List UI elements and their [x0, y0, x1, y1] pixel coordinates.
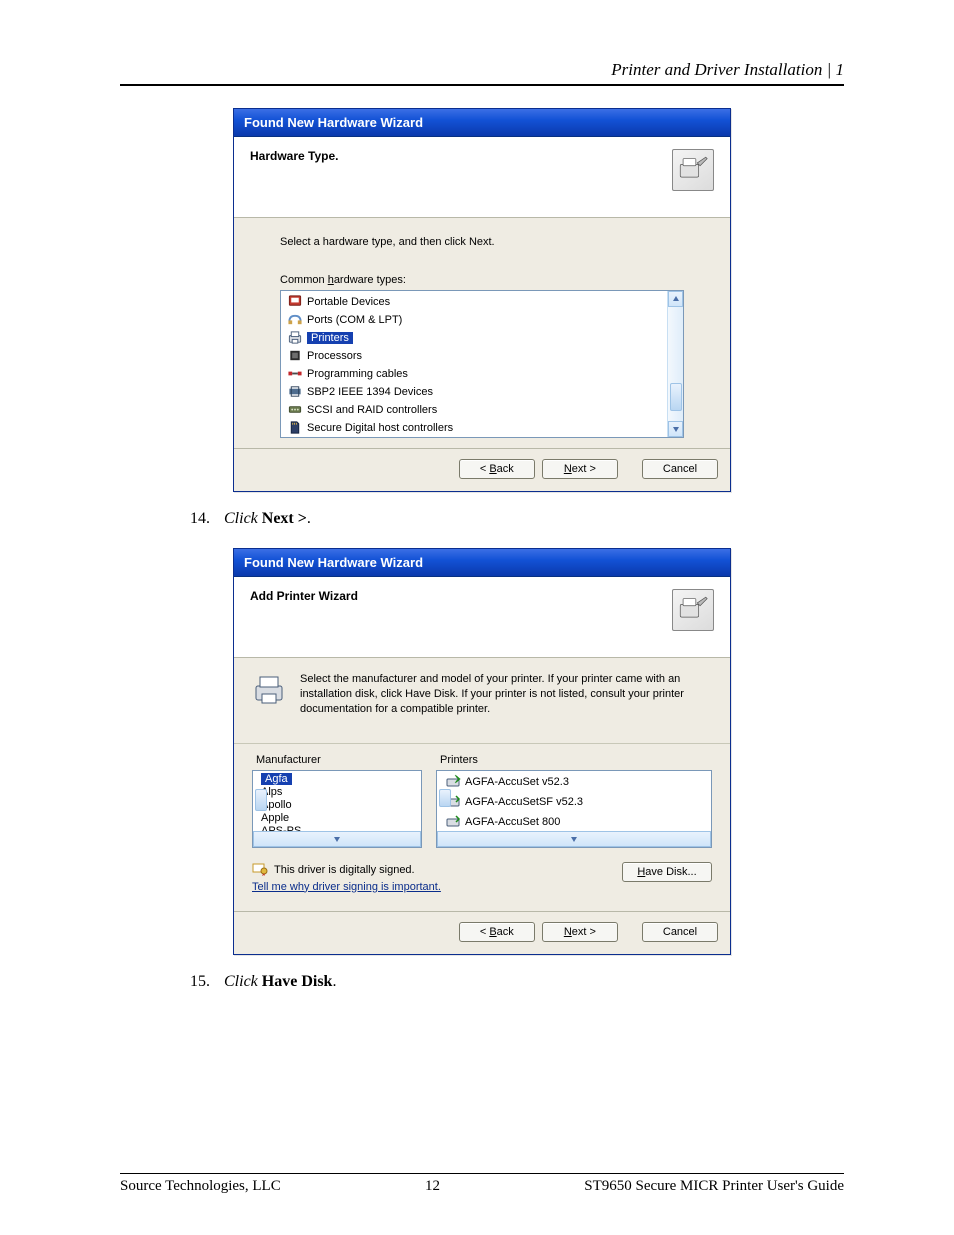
- wizard-header-icon: [672, 149, 714, 191]
- next-button[interactable]: Next >: [542, 459, 618, 479]
- hardware-types-list: Portable Devices Ports (COM & LPT) Print…: [281, 291, 683, 438]
- cancel-button[interactable]: Cancel: [642, 459, 718, 479]
- wizard-heading: Add Printer Wizard: [250, 589, 358, 603]
- scroll-up-button[interactable]: [668, 291, 683, 307]
- list-item[interactable]: Processors: [285, 347, 665, 365]
- manufacturer-column: Manufacturer Agfa Alps Apollo Apple APS-…: [252, 754, 422, 848]
- certificate-icon: [252, 862, 268, 879]
- scrollbar[interactable]: [253, 840, 421, 848]
- driver-signing-link[interactable]: Tell me why driver signing is important.: [252, 881, 441, 893]
- footer-left: Source Technologies, LLC: [120, 1178, 281, 1195]
- list-item[interactable]: Alps: [259, 786, 403, 799]
- list-item[interactable]: Programming cables: [285, 365, 665, 383]
- listbox-label: Common hardware types:: [280, 274, 684, 286]
- cable-icon: [287, 366, 303, 381]
- step-text: Click: [224, 973, 262, 990]
- wizard-body: Select a hardware type, and then click N…: [234, 218, 730, 448]
- list-item[interactable]: Printers: [285, 329, 665, 347]
- printer-model-icon: [445, 813, 461, 832]
- dialog-titlebar: Found New Hardware Wizard: [234, 109, 730, 137]
- hardware-types-listbox[interactable]: Portable Devices Ports (COM & LPT) Print…: [280, 290, 684, 438]
- manufacturer-listbox[interactable]: Agfa Alps Apollo Apple APS-PS: [252, 770, 422, 848]
- wizard-description-row: Select the manufacturer and model of you…: [234, 658, 730, 744]
- step-14: 14. Click Next >.: [190, 510, 844, 528]
- wizard-header-icon: [672, 589, 714, 631]
- wizard-heading: Hardware Type.: [250, 149, 338, 163]
- printer-lists-row: Manufacturer Agfa Alps Apollo Apple APS-…: [234, 744, 730, 856]
- list-item[interactable]: AGFA-AccuSet v52.3: [443, 773, 693, 793]
- printers-column: Printers AGFA-AccuSet v52.3 AGFA-AccuSet…: [436, 754, 712, 848]
- wizard-header: Hardware Type.: [234, 137, 730, 218]
- list-item[interactable]: SBP2 IEEE 1394 Devices: [285, 383, 665, 401]
- list-item[interactable]: Agfa: [259, 773, 403, 786]
- list-item[interactable]: Secure Digital host controllers: [285, 419, 665, 437]
- back-button[interactable]: < Back: [459, 922, 535, 942]
- scroll-down-button[interactable]: [437, 831, 711, 847]
- list-item[interactable]: Smart card readers: [285, 437, 665, 438]
- wizard-button-row: < Back Next > Cancel: [234, 448, 730, 491]
- document-page: Printer and Driver Installation | 1 Foun…: [0, 0, 954, 1235]
- printers-listbox[interactable]: AGFA-AccuSet v52.3 AGFA-AccuSetSF v52.3 …: [436, 770, 712, 848]
- scroll-down-button[interactable]: [668, 421, 683, 437]
- scrollbar[interactable]: [667, 291, 683, 437]
- firewire-icon: [287, 384, 303, 399]
- page-number: 12: [425, 1178, 440, 1195]
- dialog-titlebar: Found New Hardware Wizard: [234, 549, 730, 577]
- page-footer: Source Technologies, LLC 12 ST9650 Secur…: [120, 1178, 844, 1195]
- manufacturer-label: Manufacturer: [252, 754, 422, 766]
- wizard-header: Add Printer Wizard: [234, 577, 730, 658]
- next-button[interactable]: Next >: [542, 922, 618, 942]
- scroll-thumb[interactable]: [255, 789, 267, 811]
- list-item[interactable]: AGFA-AccuSet 800: [443, 813, 693, 833]
- driver-signed-text: This driver is digitally signed.: [252, 862, 441, 879]
- page-header: Printer and Driver Installation | 1: [120, 60, 844, 80]
- list-item[interactable]: Portable Devices: [285, 293, 665, 311]
- list-item[interactable]: Apple: [259, 812, 403, 825]
- driver-signing-row: This driver is digitally signed. Tell me…: [234, 856, 730, 911]
- list-item[interactable]: Apollo: [259, 799, 403, 812]
- header-rule: [120, 84, 844, 86]
- scroll-thumb[interactable]: [439, 789, 451, 807]
- list-item[interactable]: Ports (COM & LPT): [285, 311, 665, 329]
- scsi-icon: [287, 402, 303, 417]
- sd-icon: [287, 420, 303, 435]
- cancel-button[interactable]: Cancel: [642, 922, 718, 942]
- cpu-icon: [287, 348, 303, 363]
- hardware-wizard-dialog: Found New Hardware Wizard Hardware Type.…: [233, 108, 731, 492]
- printer-icon: [252, 672, 286, 706]
- printer-icon: [287, 330, 303, 345]
- list-item[interactable]: SCSI and RAID controllers: [285, 401, 665, 419]
- scroll-thumb[interactable]: [670, 383, 682, 411]
- back-button[interactable]: < Back: [459, 459, 535, 479]
- step-15: 15. Click Have Disk.: [190, 973, 844, 991]
- wizard-instruction: Select a hardware type, and then click N…: [280, 236, 684, 248]
- printers-label: Printers: [436, 754, 712, 766]
- wizard-description: Select the manufacturer and model of you…: [300, 672, 712, 717]
- list-item[interactable]: AGFA-AccuSetSF v52.3: [443, 793, 693, 813]
- add-printer-wizard-dialog: Found New Hardware Wizard Add Printer Wi…: [233, 548, 731, 955]
- have-disk-button[interactable]: Have Disk...: [622, 862, 712, 882]
- scroll-down-button[interactable]: [253, 831, 421, 847]
- wizard-button-row: < Back Next > Cancel: [234, 911, 730, 954]
- footer-rule: [120, 1173, 844, 1174]
- step-text: Click: [224, 510, 262, 527]
- footer-right: ST9650 Secure MICR Printer User's Guide: [584, 1178, 844, 1195]
- device-icon: [287, 294, 303, 309]
- port-icon: [287, 312, 303, 327]
